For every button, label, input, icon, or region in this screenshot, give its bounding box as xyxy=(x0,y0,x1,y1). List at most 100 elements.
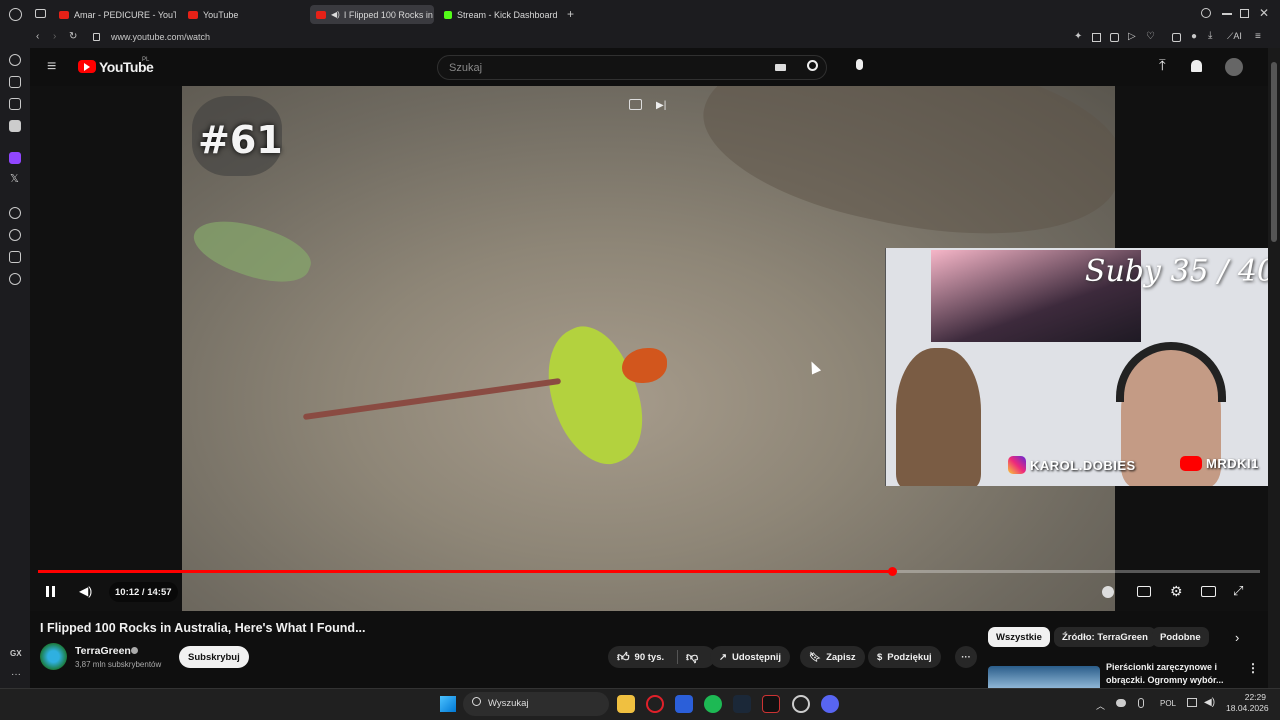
opera-gx-taskbar-icon[interactable] xyxy=(646,695,664,713)
channel-avatar[interactable] xyxy=(40,643,67,670)
clock-icon[interactable] xyxy=(9,229,21,241)
recommended-menu-icon[interactable]: ⋮ xyxy=(1247,661,1259,675)
youtube-icon xyxy=(59,10,69,19)
miniplayer-icon[interactable] xyxy=(629,99,642,110)
search-tabs-icon[interactable] xyxy=(1201,8,1211,18)
notifications-bell-icon[interactable] xyxy=(1191,60,1202,72)
network-icon[interactable] xyxy=(1187,698,1197,707)
scrollbar-thumb[interactable] xyxy=(1271,62,1277,242)
share-button[interactable]: ↗ Udostępnij xyxy=(710,646,791,668)
progress-scrubber[interactable] xyxy=(887,567,897,576)
avatar[interactable] xyxy=(1225,58,1243,76)
gx-icon[interactable]: GX xyxy=(10,650,22,658)
more-actions-button[interactable]: ··· xyxy=(955,646,977,668)
tab-grid-icon[interactable] xyxy=(35,9,46,18)
player-icon[interactable] xyxy=(9,207,21,219)
ai-label: AI xyxy=(1233,31,1242,41)
download-icon[interactable]: ⤓ xyxy=(1208,31,1212,41)
blurred-leaf xyxy=(187,206,317,296)
subtitles-icon[interactable] xyxy=(1137,586,1151,597)
reload-icon[interactable]: ↻ xyxy=(69,32,77,42)
x-twitter-icon[interactable]: 𝕏 xyxy=(10,174,19,185)
new-tab-icon[interactable]: + xyxy=(567,8,574,20)
tab-amar-pedicure[interactable]: Amar - PEDICURE - YouTu xyxy=(53,5,176,24)
speaker-icon[interactable]: ◀) xyxy=(331,10,340,19)
settings-icon[interactable] xyxy=(9,273,21,285)
back-icon[interactable]: ‹ xyxy=(36,32,39,42)
notes-icon[interactable] xyxy=(9,120,21,132)
autoplay-toggle-icon[interactable] xyxy=(1102,586,1114,598)
snapshot-icon[interactable] xyxy=(1092,33,1101,42)
thumbs-down-icon[interactable]: 👎︎ xyxy=(686,650,698,665)
pause-icon[interactable] xyxy=(46,586,49,597)
theater-mode-icon[interactable] xyxy=(1201,586,1216,597)
progress-fill xyxy=(38,570,892,573)
keyboard-icon[interactable] xyxy=(775,64,786,71)
recommended-thumbnail[interactable] xyxy=(988,666,1100,688)
like-count[interactable]: 90 tys. xyxy=(635,652,665,663)
shield-icon[interactable] xyxy=(1110,33,1119,42)
forward-icon[interactable]: › xyxy=(53,32,56,42)
app-dark-icon[interactable] xyxy=(762,695,780,713)
volume-tray-icon[interactable]: ◀) xyxy=(1204,697,1215,708)
pin-icon[interactable]: ✦ xyxy=(1074,32,1082,42)
taskbar-search-box[interactable]: Wyszukaj xyxy=(463,692,609,716)
search-icon[interactable] xyxy=(807,60,818,71)
chip-all[interactable]: Wszystkie xyxy=(988,627,1050,647)
heart-icon[interactable]: ♡ xyxy=(1146,32,1155,42)
thanks-button[interactable]: $ Podziękuj xyxy=(868,646,941,668)
steam-icon[interactable] xyxy=(733,695,751,713)
chip-from-channel[interactable]: Źródło: TerraGreen xyxy=(1054,627,1156,647)
bag-icon[interactable] xyxy=(9,76,21,88)
ai-button[interactable]: ⟋AI xyxy=(1227,32,1242,41)
subscribe-button[interactable]: Subskrybuj xyxy=(179,646,249,668)
more-icon[interactable]: ··· xyxy=(11,670,21,680)
skip-next-icon[interactable]: ▶| xyxy=(656,100,666,111)
microphone-tray-icon[interactable] xyxy=(1138,698,1144,708)
kick-icon xyxy=(444,10,452,19)
chip-related[interactable]: Podobne xyxy=(1152,627,1209,647)
page-scrollbar[interactable] xyxy=(1268,48,1280,688)
upload-icon[interactable]: ⤒ xyxy=(1159,58,1166,73)
tab-kick-dashboard[interactable]: Stream - Kick Dashboard xyxy=(438,5,562,24)
messenger-icon[interactable] xyxy=(9,98,21,110)
channel-name[interactable]: TerraGreen xyxy=(75,645,131,657)
microphone-icon[interactable] xyxy=(856,59,863,70)
fullscreen-icon[interactable]: ⤢ xyxy=(1233,583,1243,599)
twitch-icon[interactable] xyxy=(9,152,21,164)
spotify-icon[interactable] xyxy=(704,695,722,713)
app-blue-icon[interactable] xyxy=(675,695,693,713)
close-window-icon[interactable]: ✕ xyxy=(1259,7,1269,19)
tab-i-flipped-100-rocks[interactable]: ◀) I Flipped 100 Rocks in xyxy=(310,5,434,24)
extensions-icon[interactable] xyxy=(1172,33,1181,42)
cloud-icon[interactable] xyxy=(1116,699,1126,707)
language-indicator[interactable]: POL xyxy=(1160,699,1176,708)
tray-chevron-icon[interactable]: ︿ xyxy=(1096,699,1105,712)
settings-gear-icon[interactable]: ⚙ xyxy=(1170,583,1183,600)
profile-icon[interactable]: ● xyxy=(1191,32,1197,42)
opera-gx-logo-icon[interactable] xyxy=(9,8,22,21)
discord-icon[interactable] xyxy=(821,695,839,713)
thumbs-up-icon[interactable]: 👍︎ xyxy=(617,650,630,665)
file-explorer-icon[interactable] xyxy=(617,695,635,713)
like-dislike-group: 👍︎ 90 tys. 👎︎ xyxy=(608,646,715,668)
progress-bar[interactable] xyxy=(38,567,1260,576)
minimize-icon[interactable] xyxy=(1222,13,1232,15)
search-input[interactable]: Szukaj xyxy=(437,55,827,80)
recommended-title[interactable]: Pierścionki zaręczynowe i obrączki. Ogro… xyxy=(1106,661,1224,687)
cube-icon[interactable] xyxy=(9,251,21,263)
url-field[interactable]: www.youtube.com/watch xyxy=(111,32,210,42)
clock[interactable]: 22:29 18.04.2026 xyxy=(1226,692,1269,714)
maximize-icon[interactable] xyxy=(1240,9,1249,18)
volume-icon[interactable]: ◀) xyxy=(79,584,92,598)
tab-youtube[interactable]: YouTube xyxy=(182,5,302,24)
save-button[interactable]: 🔖︎ Zapisz xyxy=(800,646,865,668)
chips-next-icon[interactable]: › xyxy=(1235,630,1239,645)
history-icon[interactable] xyxy=(9,54,21,66)
tab-title: Stream - Kick Dashboard xyxy=(457,9,558,20)
send-icon[interactable]: ▷ xyxy=(1128,32,1136,42)
menu-icon[interactable]: ≡ xyxy=(1255,32,1261,42)
app-circle-icon[interactable] xyxy=(792,695,810,713)
windows-start-icon[interactable] xyxy=(440,696,456,712)
hamburger-menu-icon[interactable]: ≡ xyxy=(47,59,56,75)
